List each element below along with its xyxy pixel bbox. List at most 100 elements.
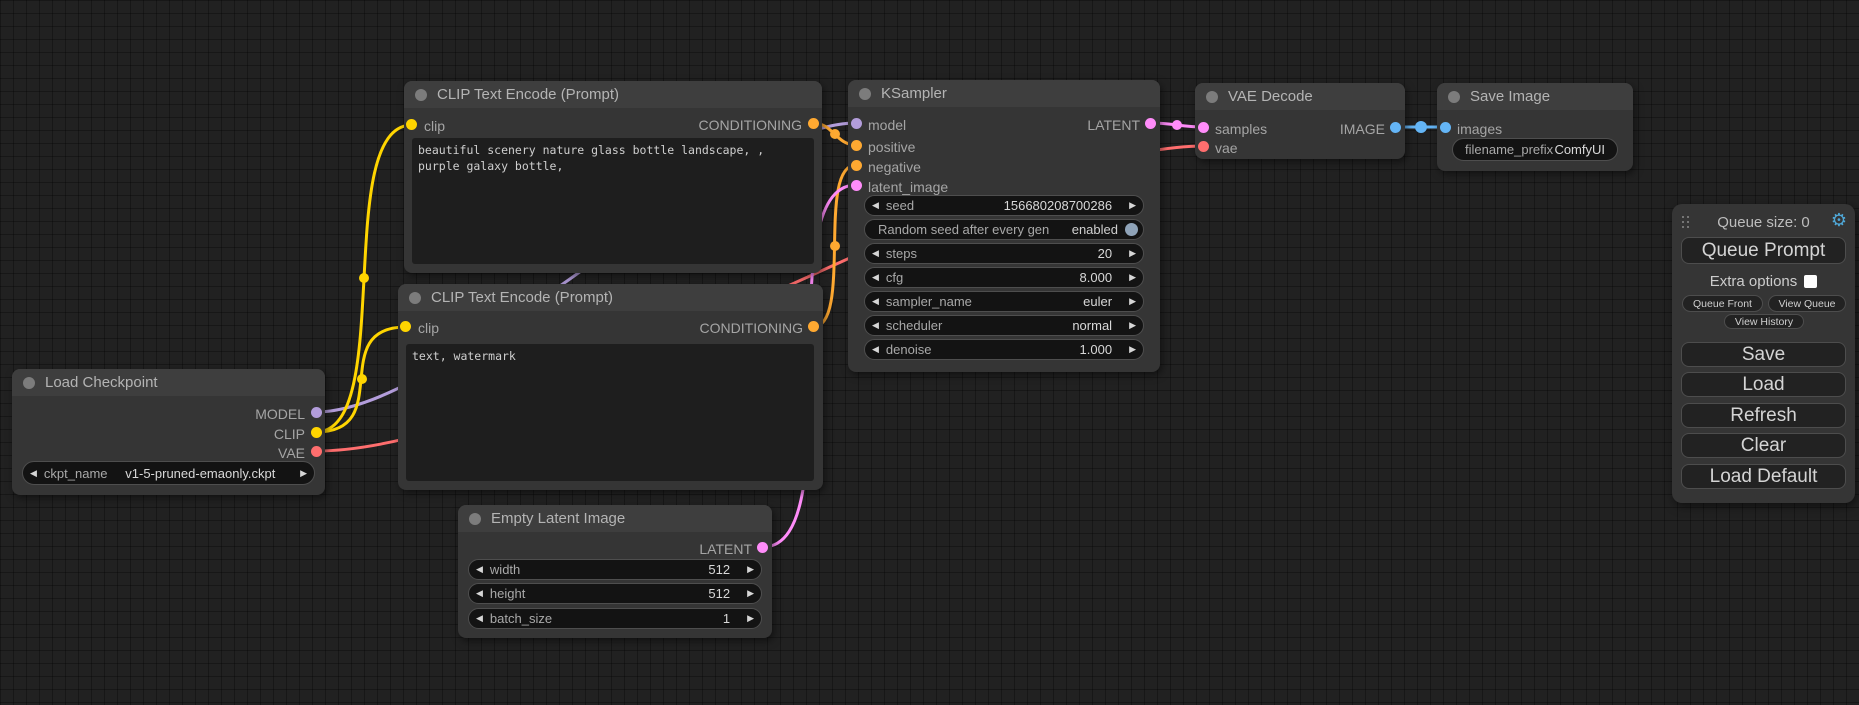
increment-icon[interactable]: ▶ — [740, 589, 761, 598]
widget-sampler-name[interactable]: ◀ sampler_name euler ▶ — [864, 291, 1144, 312]
input-slot-vae[interactable] — [1198, 141, 1209, 152]
widget-label: steps — [886, 246, 917, 261]
widget-batch-size[interactable]: ◀ batch_size 1 ▶ — [468, 608, 762, 629]
decrement-icon[interactable]: ◀ — [865, 345, 886, 354]
output-slot-latent[interactable] — [1145, 118, 1156, 129]
toggle-icon[interactable] — [1125, 223, 1138, 236]
queue-prompt-button[interactable]: Queue Prompt — [1681, 237, 1846, 264]
widget-value: ComfyUI — [1554, 142, 1605, 157]
widget-label: width — [490, 562, 520, 577]
settings-gear-icon[interactable]: ⚙ — [1831, 211, 1847, 229]
input-label-clip: clip — [418, 321, 439, 335]
collapse-dot-icon[interactable] — [415, 89, 427, 101]
input-slot-samples[interactable] — [1198, 122, 1209, 133]
collapse-dot-icon[interactable] — [23, 377, 35, 389]
node-load-checkpoint[interactable]: Load Checkpoint MODEL CLIP VAE ◀ ckpt_na… — [12, 369, 325, 495]
collapse-dot-icon[interactable] — [409, 292, 421, 304]
widget-random-seed[interactable]: Random seed after every gen enabled — [864, 219, 1144, 240]
input-label-clip: clip — [424, 119, 445, 133]
widget-value: v1-5-pruned-emaonly.ckpt — [125, 466, 275, 481]
node-title: KSampler — [848, 80, 1160, 107]
increment-icon[interactable]: ▶ — [1122, 201, 1143, 210]
next-option-icon[interactable]: ▶ — [293, 469, 314, 478]
collapse-dot-icon[interactable] — [859, 88, 871, 100]
node-clip-text-encode-1[interactable]: CLIP Text Encode (Prompt) clip CONDITION… — [404, 81, 822, 273]
decrement-icon[interactable]: ◀ — [865, 249, 886, 258]
increment-icon[interactable]: ▶ — [1122, 345, 1143, 354]
input-label-samples: samples — [1215, 122, 1267, 136]
queue-front-button[interactable]: Queue Front — [1682, 295, 1763, 312]
output-slot-clip[interactable] — [311, 427, 322, 438]
input-label-positive: positive — [868, 140, 915, 154]
decrement-icon[interactable]: ◀ — [865, 201, 886, 210]
widget-scheduler[interactable]: ◀ scheduler normal ▶ — [864, 315, 1144, 336]
output-slot-latent[interactable] — [757, 542, 768, 553]
node-title: Empty Latent Image — [458, 505, 772, 532]
increment-icon[interactable]: ▶ — [740, 565, 761, 574]
decrement-icon[interactable]: ◀ — [865, 273, 886, 282]
collapse-dot-icon[interactable] — [1448, 91, 1460, 103]
node-save-image[interactable]: Save Image images filename_prefix ComfyU… — [1437, 83, 1633, 171]
input-label-model: model — [868, 118, 906, 132]
node-empty-latent-image[interactable]: Empty Latent Image LATENT ◀ width 512 ▶ … — [458, 505, 772, 638]
increment-icon[interactable]: ▶ — [1122, 297, 1143, 306]
widget-label: cfg — [886, 270, 903, 285]
widget-width[interactable]: ◀ width 512 ▶ — [468, 559, 762, 580]
node-title-label: Empty Latent Image — [491, 510, 625, 527]
output-slot-model[interactable] — [311, 407, 322, 418]
increment-icon[interactable]: ▶ — [1122, 273, 1143, 282]
output-slot-conditioning[interactable] — [808, 118, 819, 129]
input-slot-model[interactable] — [851, 118, 862, 129]
refresh-button[interactable]: Refresh — [1681, 403, 1846, 428]
save-button[interactable]: Save — [1681, 342, 1846, 367]
widget-height[interactable]: ◀ height 512 ▶ — [468, 583, 762, 604]
increment-icon[interactable]: ▶ — [740, 614, 761, 623]
load-default-button[interactable]: Load Default — [1681, 464, 1846, 489]
decrement-icon[interactable]: ◀ — [865, 321, 886, 330]
increment-icon[interactable]: ▶ — [1122, 249, 1143, 258]
input-slot-latent-image[interactable] — [851, 180, 862, 191]
decrement-icon[interactable]: ◀ — [469, 589, 490, 598]
widget-denoise[interactable]: ◀ denoise 1.000 ▶ — [864, 339, 1144, 360]
widget-cfg[interactable]: ◀ cfg 8.000 ▶ — [864, 267, 1144, 288]
widget-label: seed — [886, 198, 914, 213]
input-label-negative: negative — [868, 160, 921, 174]
load-button[interactable]: Load — [1681, 372, 1846, 397]
view-queue-button[interactable]: View Queue — [1768, 295, 1846, 312]
output-label-vae: VAE — [278, 446, 305, 460]
widget-value: euler — [1083, 294, 1112, 309]
node-title: CLIP Text Encode (Prompt) — [404, 81, 822, 108]
decrement-icon[interactable]: ◀ — [469, 565, 490, 574]
node-vae-decode[interactable]: VAE Decode samples vae IMAGE — [1195, 83, 1405, 159]
decrement-icon[interactable]: ◀ — [865, 297, 886, 306]
prompt-textarea[interactable]: beautiful scenery nature glass bottle la… — [412, 138, 814, 264]
input-slot-clip[interactable] — [400, 321, 411, 332]
extra-options-checkbox[interactable] — [1804, 275, 1817, 288]
view-history-button[interactable]: View History — [1724, 314, 1804, 329]
node-title: CLIP Text Encode (Prompt) — [398, 284, 823, 311]
input-slot-positive[interactable] — [851, 140, 862, 151]
widget-value: 156680208700286 — [1004, 198, 1112, 213]
widget-value: enabled — [1072, 222, 1118, 237]
output-slot-image[interactable] — [1390, 122, 1401, 133]
widget-steps[interactable]: ◀ steps 20 ▶ — [864, 243, 1144, 264]
widget-label: denoise — [886, 342, 932, 357]
collapse-dot-icon[interactable] — [1206, 91, 1218, 103]
decrement-icon[interactable]: ◀ — [469, 614, 490, 623]
prev-option-icon[interactable]: ◀ — [23, 469, 44, 478]
widget-filename-prefix[interactable]: filename_prefix ComfyUI — [1452, 138, 1618, 161]
output-slot-vae[interactable] — [311, 446, 322, 457]
input-slot-clip[interactable] — [406, 119, 417, 130]
input-slot-negative[interactable] — [851, 160, 862, 171]
widget-seed[interactable]: ◀ seed 156680208700286 ▶ — [864, 195, 1144, 216]
clear-button[interactable]: Clear — [1681, 433, 1846, 458]
node-ksampler[interactable]: KSampler model positive negative latent_… — [848, 80, 1160, 372]
input-label-images: images — [1457, 122, 1502, 136]
widget-ckpt-name[interactable]: ◀ ckpt_name v1-5-pruned-emaonly.ckpt ▶ — [22, 461, 315, 485]
prompt-textarea[interactable]: text, watermark — [406, 344, 814, 481]
input-slot-images[interactable] — [1440, 122, 1451, 133]
output-slot-conditioning[interactable] — [808, 321, 819, 332]
increment-icon[interactable]: ▶ — [1122, 321, 1143, 330]
collapse-dot-icon[interactable] — [469, 513, 481, 525]
node-clip-text-encode-2[interactable]: CLIP Text Encode (Prompt) clip CONDITION… — [398, 284, 823, 490]
